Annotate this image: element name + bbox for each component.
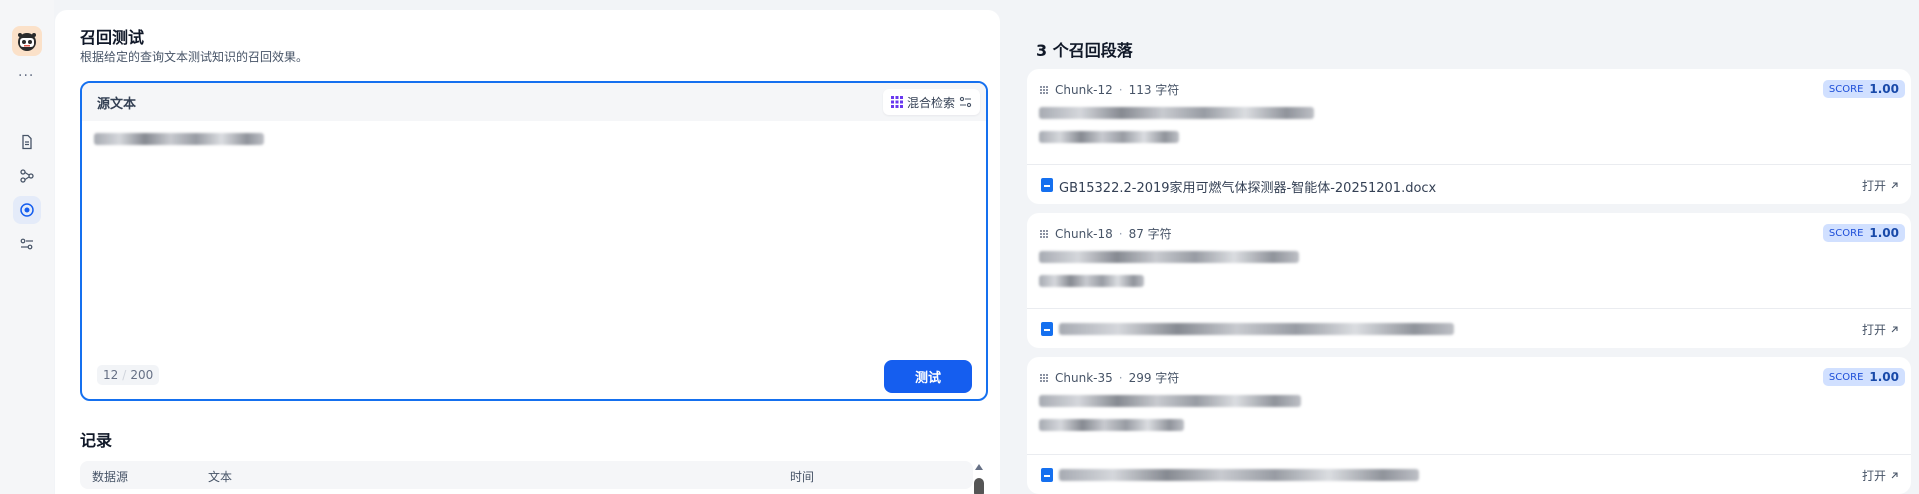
score-value: 1.00 — [1869, 82, 1899, 96]
drag-grid-icon — [1040, 229, 1048, 238]
external-arrow-icon — [1891, 182, 1898, 189]
score-value: 1.00 — [1869, 370, 1899, 384]
settings-sliders-icon — [959, 96, 972, 108]
score-value: 1.00 — [1869, 226, 1899, 240]
open-label: 打开 — [1861, 179, 1886, 193]
retrieval-mode-label: 混合检索 — [906, 95, 955, 110]
chunk-id: Chunk-35 — [1055, 370, 1113, 385]
doc-file-icon — [1041, 468, 1053, 482]
column-header-source[interactable]: 数据源 — [92, 468, 128, 485]
open-link[interactable]: 打开 — [1862, 321, 1899, 338]
score-label: SCORE — [1828, 371, 1864, 383]
chunk-header: Chunk-12 · 113 字符 — [1039, 81, 1179, 98]
chunk-content-line — [1039, 275, 1144, 287]
target-icon — [20, 203, 34, 217]
chunk-content-line — [1039, 395, 1301, 407]
open-link[interactable]: 打开 — [1862, 467, 1899, 484]
records-title: 记录 — [80, 431, 113, 450]
score-badge: SCORE 1.00 — [1822, 80, 1905, 98]
left-rail: ··· — [0, 0, 54, 494]
char-count: 12 — [103, 368, 119, 382]
chunk-footer: 打开 — [1027, 308, 1911, 348]
chunk-char-count: 113 字符 — [1128, 83, 1180, 97]
chunk-card[interactable]: Chunk-12 · 113 字符 SCORE 1.00 GB15322.2-2… — [1027, 69, 1911, 204]
retrieval-mode-button[interactable]: 混合检索 — [882, 89, 980, 115]
sidebar-item-recall-test[interactable] — [13, 196, 41, 224]
scroll-up-arrow[interactable] — [975, 464, 983, 470]
chunk-char-count: 87 字符 — [1128, 227, 1172, 241]
open-link[interactable]: 打开 — [1862, 177, 1899, 194]
chunk-footer: GB15322.2-2019家用可燃气体探测器-智能体-20251201.doc… — [1027, 164, 1911, 204]
sidebar-item-pipeline[interactable] — [13, 162, 41, 190]
query-header: 源文本 混合检索 — [82, 83, 986, 121]
source-text-label: 源文本 — [97, 96, 137, 112]
chunk-footer: 打开 — [1027, 454, 1911, 494]
score-label: SCORE — [1828, 83, 1864, 95]
chunk-content-line — [1039, 419, 1184, 431]
doc-file-icon — [1041, 322, 1053, 336]
test-button[interactable]: 测试 — [884, 360, 972, 393]
robot-avatar-icon — [18, 33, 36, 51]
chunk-header: Chunk-35 · 299 字符 — [1039, 369, 1179, 386]
page-description: 根据给定的查询文本测试知识的召回效果。 — [80, 50, 309, 64]
app-logo[interactable] — [12, 26, 42, 56]
chunk-card[interactable]: Chunk-35 · 299 字符 SCORE 1.00 打开 — [1027, 357, 1911, 494]
char-counter: 12 / 200 — [97, 365, 160, 385]
chunk-content-line — [1039, 251, 1299, 263]
document-icon — [22, 134, 32, 150]
page-title: 召回测试 — [80, 28, 145, 47]
scrollbar-thumb[interactable] — [974, 478, 984, 494]
query-textarea[interactable] — [94, 133, 264, 145]
sidebar-item-documents[interactable] — [13, 128, 41, 156]
external-arrow-icon — [1891, 472, 1898, 479]
drag-grid-icon — [1040, 85, 1048, 94]
workflow-icon — [20, 169, 34, 183]
sidebar-item-settings[interactable] — [13, 230, 41, 258]
chunk-id: Chunk-18 — [1055, 226, 1113, 241]
chunk-content-line — [1039, 131, 1179, 143]
open-label: 打开 — [1861, 323, 1886, 337]
chunk-header: Chunk-18 · 87 字符 — [1039, 225, 1172, 242]
source-file-name[interactable]: GB15322.2-2019家用可燃气体探测器-智能体-20251201.doc… — [1059, 177, 1436, 196]
score-badge: SCORE 1.00 — [1822, 368, 1905, 386]
query-input-box[interactable]: 源文本 混合检索 12 / 200 测试 — [80, 81, 988, 401]
doc-file-icon — [1041, 178, 1053, 192]
grid-icon — [890, 96, 903, 108]
chunk-id: Chunk-12 — [1055, 82, 1113, 97]
open-label: 打开 — [1861, 469, 1886, 483]
source-file-name[interactable] — [1059, 323, 1454, 335]
external-arrow-icon — [1891, 326, 1898, 333]
chunk-content-line — [1039, 107, 1314, 119]
drag-grid-icon — [1040, 373, 1048, 382]
column-header-text[interactable]: 文本 — [208, 468, 232, 485]
chunk-card[interactable]: Chunk-18 · 87 字符 SCORE 1.00 打开 — [1027, 213, 1911, 348]
column-header-time[interactable]: 时间 — [790, 468, 814, 485]
source-file-name[interactable] — [1059, 469, 1419, 481]
score-badge: SCORE 1.00 — [1822, 224, 1905, 242]
more-icon[interactable]: ··· — [18, 68, 34, 84]
score-label: SCORE — [1828, 227, 1864, 239]
char-limit: 200 — [130, 368, 154, 382]
settings-sliders-icon — [20, 238, 33, 250]
chunk-char-count: 299 字符 — [1128, 371, 1180, 385]
results-title: 3 个召回段落 — [1036, 41, 1133, 60]
records-table-header: 数据源 文本 时间 — [80, 461, 973, 489]
